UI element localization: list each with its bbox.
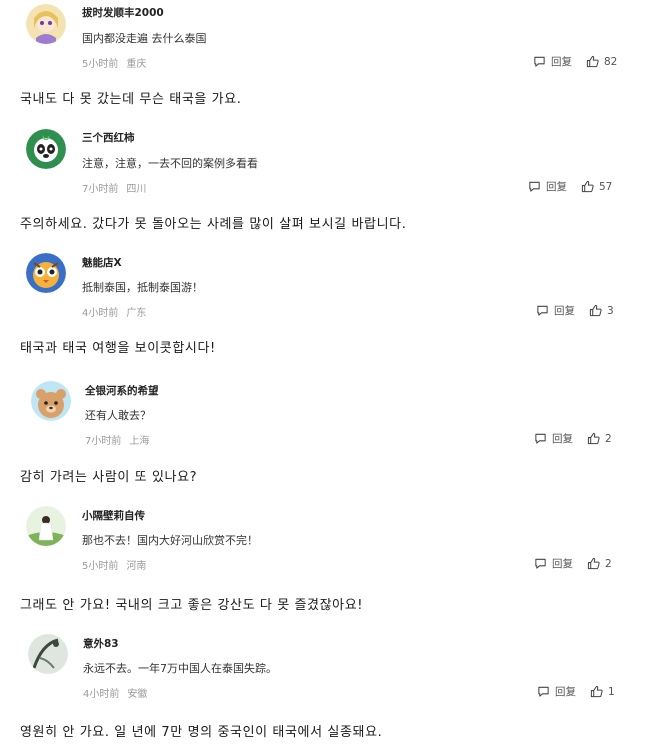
comment-actions: 回复 3 [536, 303, 614, 318]
comment-meta: 5小时前 河南 [82, 557, 146, 572]
username[interactable]: 小隔壁莉自传 [82, 508, 145, 523]
reply-label: 回复 [555, 686, 576, 698]
reply-button[interactable]: 回复 [536, 303, 575, 318]
thumbs-up-icon [581, 180, 594, 193]
username[interactable]: 拔时发顺丰2000 [82, 5, 164, 20]
like-count: 57 [599, 180, 613, 193]
comment-actions: 回复 1 [537, 684, 615, 699]
like-button[interactable]: 82 [586, 55, 617, 68]
reply-button[interactable]: 回复 [537, 684, 576, 699]
comment-text: 永远不去。一年7万中国人在泰国失踪。 [83, 662, 277, 675]
comment-icon [535, 433, 546, 444]
location: 广东 [126, 308, 147, 319]
location: 河南 [126, 561, 147, 572]
timestamp: 4小时前 [83, 689, 120, 700]
thumbs-up-icon [590, 685, 603, 698]
location: 重庆 [126, 59, 147, 70]
comment-icon [538, 686, 549, 697]
comment-text: 还有人敢去？ [85, 409, 151, 422]
like-count: 3 [607, 304, 614, 317]
avatar[interactable] [26, 4, 66, 44]
username[interactable]: 三个西红柿 [82, 130, 135, 145]
timestamp: 7小时前 [85, 436, 122, 447]
comment-meta: 4小时前 广东 [82, 304, 146, 319]
like-button[interactable]: 2 [587, 557, 612, 570]
comment-meta: 5小时前 重庆 [82, 55, 146, 70]
reply-button[interactable]: 回复 [533, 54, 572, 69]
comment-icon [537, 305, 548, 316]
timestamp: 7小时前 [82, 184, 119, 195]
translation-text: 감히 가려는 사람이 또 있나요? [20, 470, 198, 485]
username[interactable]: 全银河系的希望 [85, 383, 159, 398]
translation-text: 국내도 다 못 갔는데 무슨 태국을 가요. [20, 92, 242, 107]
translation-text: 주의하세요. 갔다가 못 돌아오는 사례를 많이 살펴 보시길 바랍니다. [20, 217, 407, 232]
reply-label: 回复 [546, 181, 567, 193]
comment-actions: 回复 82 [533, 54, 617, 69]
timestamp: 4小时前 [82, 308, 119, 319]
comment-actions: 回复 57 [528, 179, 612, 194]
like-count: 82 [604, 55, 618, 68]
comment-meta: 7小时前 上海 [85, 432, 149, 447]
avatar[interactable] [31, 381, 71, 421]
timestamp: 5小时前 [82, 561, 119, 572]
comment-meta: 7小时前 四川 [82, 180, 146, 195]
location: 四川 [126, 184, 147, 195]
like-count: 2 [605, 557, 612, 570]
comment-text: 抵制泰国，抵制泰国游！ [82, 281, 203, 294]
username[interactable]: 意外83 [83, 636, 119, 651]
comment-icon [535, 558, 546, 569]
like-count: 1 [608, 685, 615, 698]
reply-label: 回复 [552, 558, 573, 570]
comment-icon [534, 56, 545, 67]
reply-label: 回复 [554, 305, 575, 317]
reply-button[interactable]: 回复 [534, 556, 573, 571]
reply-button[interactable]: 回复 [528, 179, 567, 194]
timestamp: 5小时前 [82, 59, 119, 70]
reply-label: 回复 [552, 433, 573, 445]
translation-text: 그래도 안 가요! 국내의 크고 좋은 강산도 다 못 즐겼잖아요! [20, 598, 364, 613]
location: 安徽 [127, 689, 148, 700]
like-button[interactable]: 1 [590, 685, 615, 698]
like-button[interactable]: 3 [589, 304, 614, 317]
like-button[interactable]: 2 [587, 432, 612, 445]
comment-text: 那也不去！国内大好河山欣赏不完！ [82, 534, 258, 547]
thumbs-up-icon [589, 304, 602, 317]
reply-label: 回复 [551, 56, 572, 68]
avatar[interactable] [28, 634, 68, 674]
comment-meta: 4小时前 安徽 [83, 685, 147, 700]
translation-text: 태국과 태국 여행을 보이콧합시다! [20, 341, 216, 356]
comment-icon [529, 181, 540, 192]
username[interactable]: 魅能店X [82, 255, 122, 270]
thumbs-up-icon [587, 432, 600, 445]
avatar[interactable] [26, 129, 66, 169]
comment-actions: 回复 2 [534, 556, 612, 571]
comment-text: 注意，注意，一去不回的案例多看看 [82, 157, 258, 170]
avatar[interactable] [26, 506, 66, 546]
reply-button[interactable]: 回复 [534, 431, 573, 446]
avatar[interactable] [26, 253, 66, 293]
like-button[interactable]: 57 [581, 180, 612, 193]
comment-actions: 回复 2 [534, 431, 612, 446]
thumbs-up-icon [586, 55, 599, 68]
like-count: 2 [605, 432, 612, 445]
translation-text: 영원히 안 가요. 일 년에 7만 명의 중국인이 태국에서 실종돼요. [20, 725, 383, 740]
thumbs-up-icon [587, 557, 600, 570]
comment-text: 国内都没走遍 去什么泰国 [82, 32, 207, 45]
location: 上海 [129, 436, 150, 447]
